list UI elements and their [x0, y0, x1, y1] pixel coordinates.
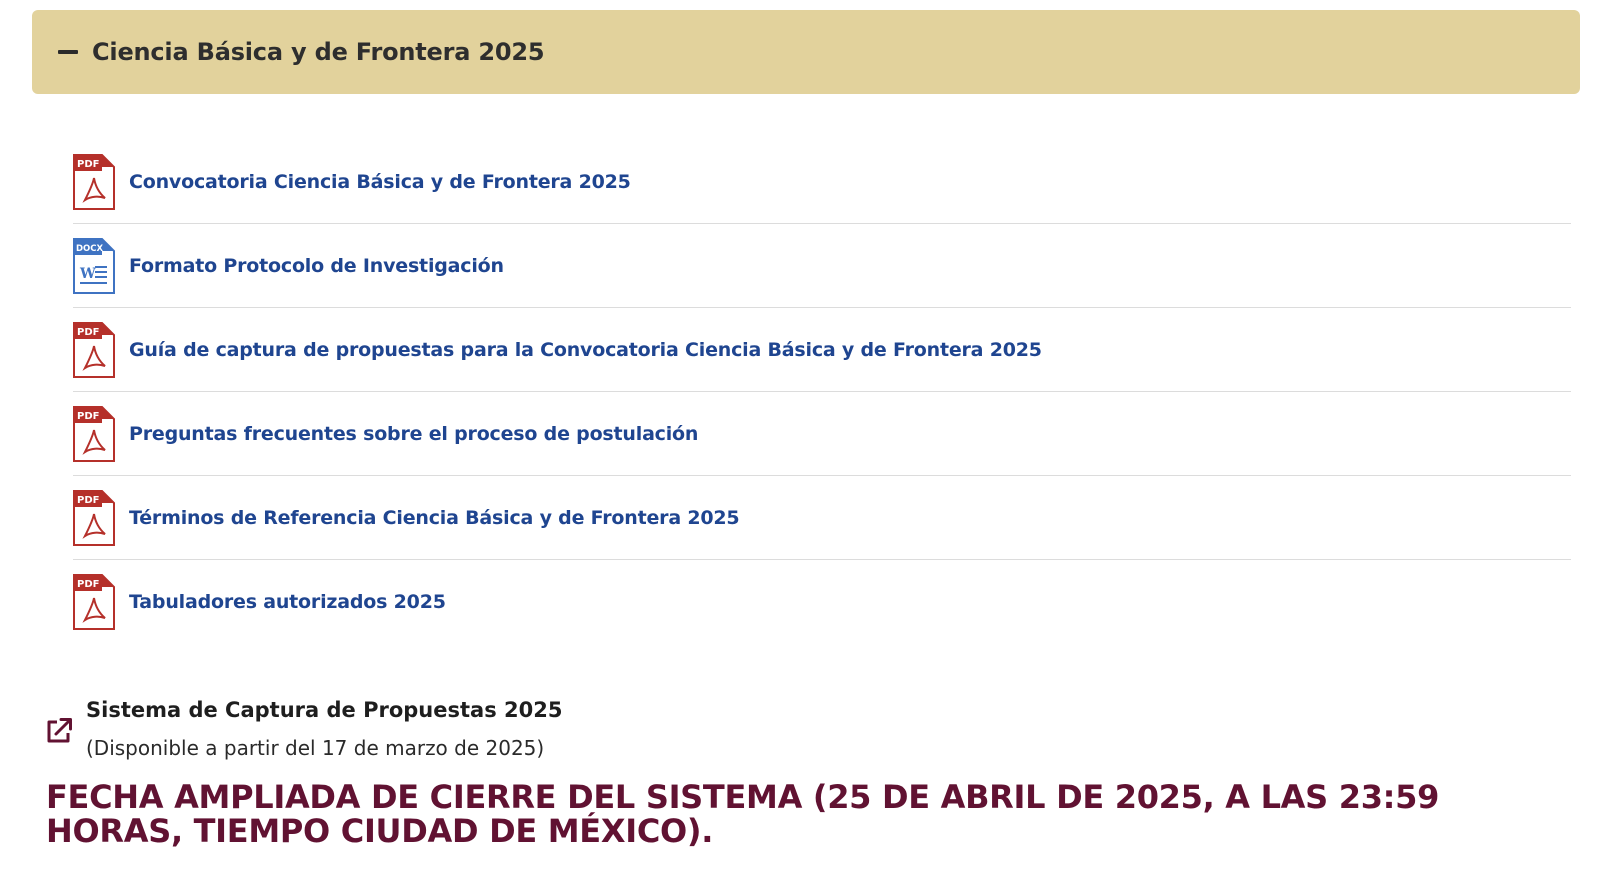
- document-link[interactable]: Preguntas frecuentes sobre el proceso de…: [129, 423, 698, 445]
- svg-text:PDF: PDF: [77, 411, 99, 422]
- list-item: PDF Términos de Referencia Ciencia Básic…: [73, 476, 1571, 560]
- accordion-title: Ciencia Básica y de Frontera 2025: [92, 38, 545, 66]
- svg-text:PDF: PDF: [77, 579, 99, 590]
- document-list: PDF Convocatoria Ciencia Básica y de Fro…: [73, 140, 1571, 644]
- availability-note: (Disponible a partir del 17 de marzo de …: [86, 736, 545, 760]
- list-item: PDF Guía de captura de propuestas para l…: [73, 308, 1571, 392]
- deadline-notice: FECHA AMPLIADA DE CIERRE DEL SISTEMA (25…: [46, 778, 1440, 850]
- external-link-icon[interactable]: [44, 716, 74, 746]
- svg-text:PDF: PDF: [77, 327, 99, 338]
- minus-icon: [58, 50, 78, 54]
- list-item: DOCX W Formato Protocolo de Investigació…: [73, 224, 1571, 308]
- list-item: PDF Tabuladores autorizados 2025: [73, 560, 1571, 644]
- document-link[interactable]: Convocatoria Ciencia Básica y de Fronter…: [129, 171, 631, 193]
- pdf-file-icon: PDF: [73, 405, 115, 462]
- svg-text:W: W: [79, 266, 96, 282]
- document-link[interactable]: Guía de captura de propuestas para la Co…: [129, 339, 1042, 361]
- pdf-file-icon: PDF: [73, 153, 115, 210]
- capture-system-link[interactable]: Sistema de Captura de Propuestas 2025: [86, 696, 562, 724]
- svg-text:PDF: PDF: [77, 495, 99, 506]
- docx-file-icon: DOCX W: [73, 237, 115, 294]
- pdf-file-icon: PDF: [73, 489, 115, 546]
- document-link[interactable]: Formato Protocolo de Investigación: [129, 255, 504, 277]
- document-link[interactable]: Tabuladores autorizados 2025: [129, 591, 446, 613]
- pdf-file-icon: PDF: [73, 321, 115, 378]
- document-link[interactable]: Términos de Referencia Ciencia Básica y …: [129, 507, 740, 529]
- accordion-header[interactable]: Ciencia Básica y de Frontera 2025: [32, 10, 1580, 94]
- list-item: PDF Preguntas frecuentes sobre el proces…: [73, 392, 1571, 476]
- list-item: PDF Convocatoria Ciencia Básica y de Fro…: [73, 140, 1571, 224]
- capture-system-link-block: Sistema de Captura de Propuestas 2025 (D…: [44, 696, 562, 762]
- pdf-file-icon: PDF: [73, 574, 115, 630]
- svg-text:DOCX: DOCX: [76, 244, 104, 254]
- svg-text:PDF: PDF: [77, 159, 99, 170]
